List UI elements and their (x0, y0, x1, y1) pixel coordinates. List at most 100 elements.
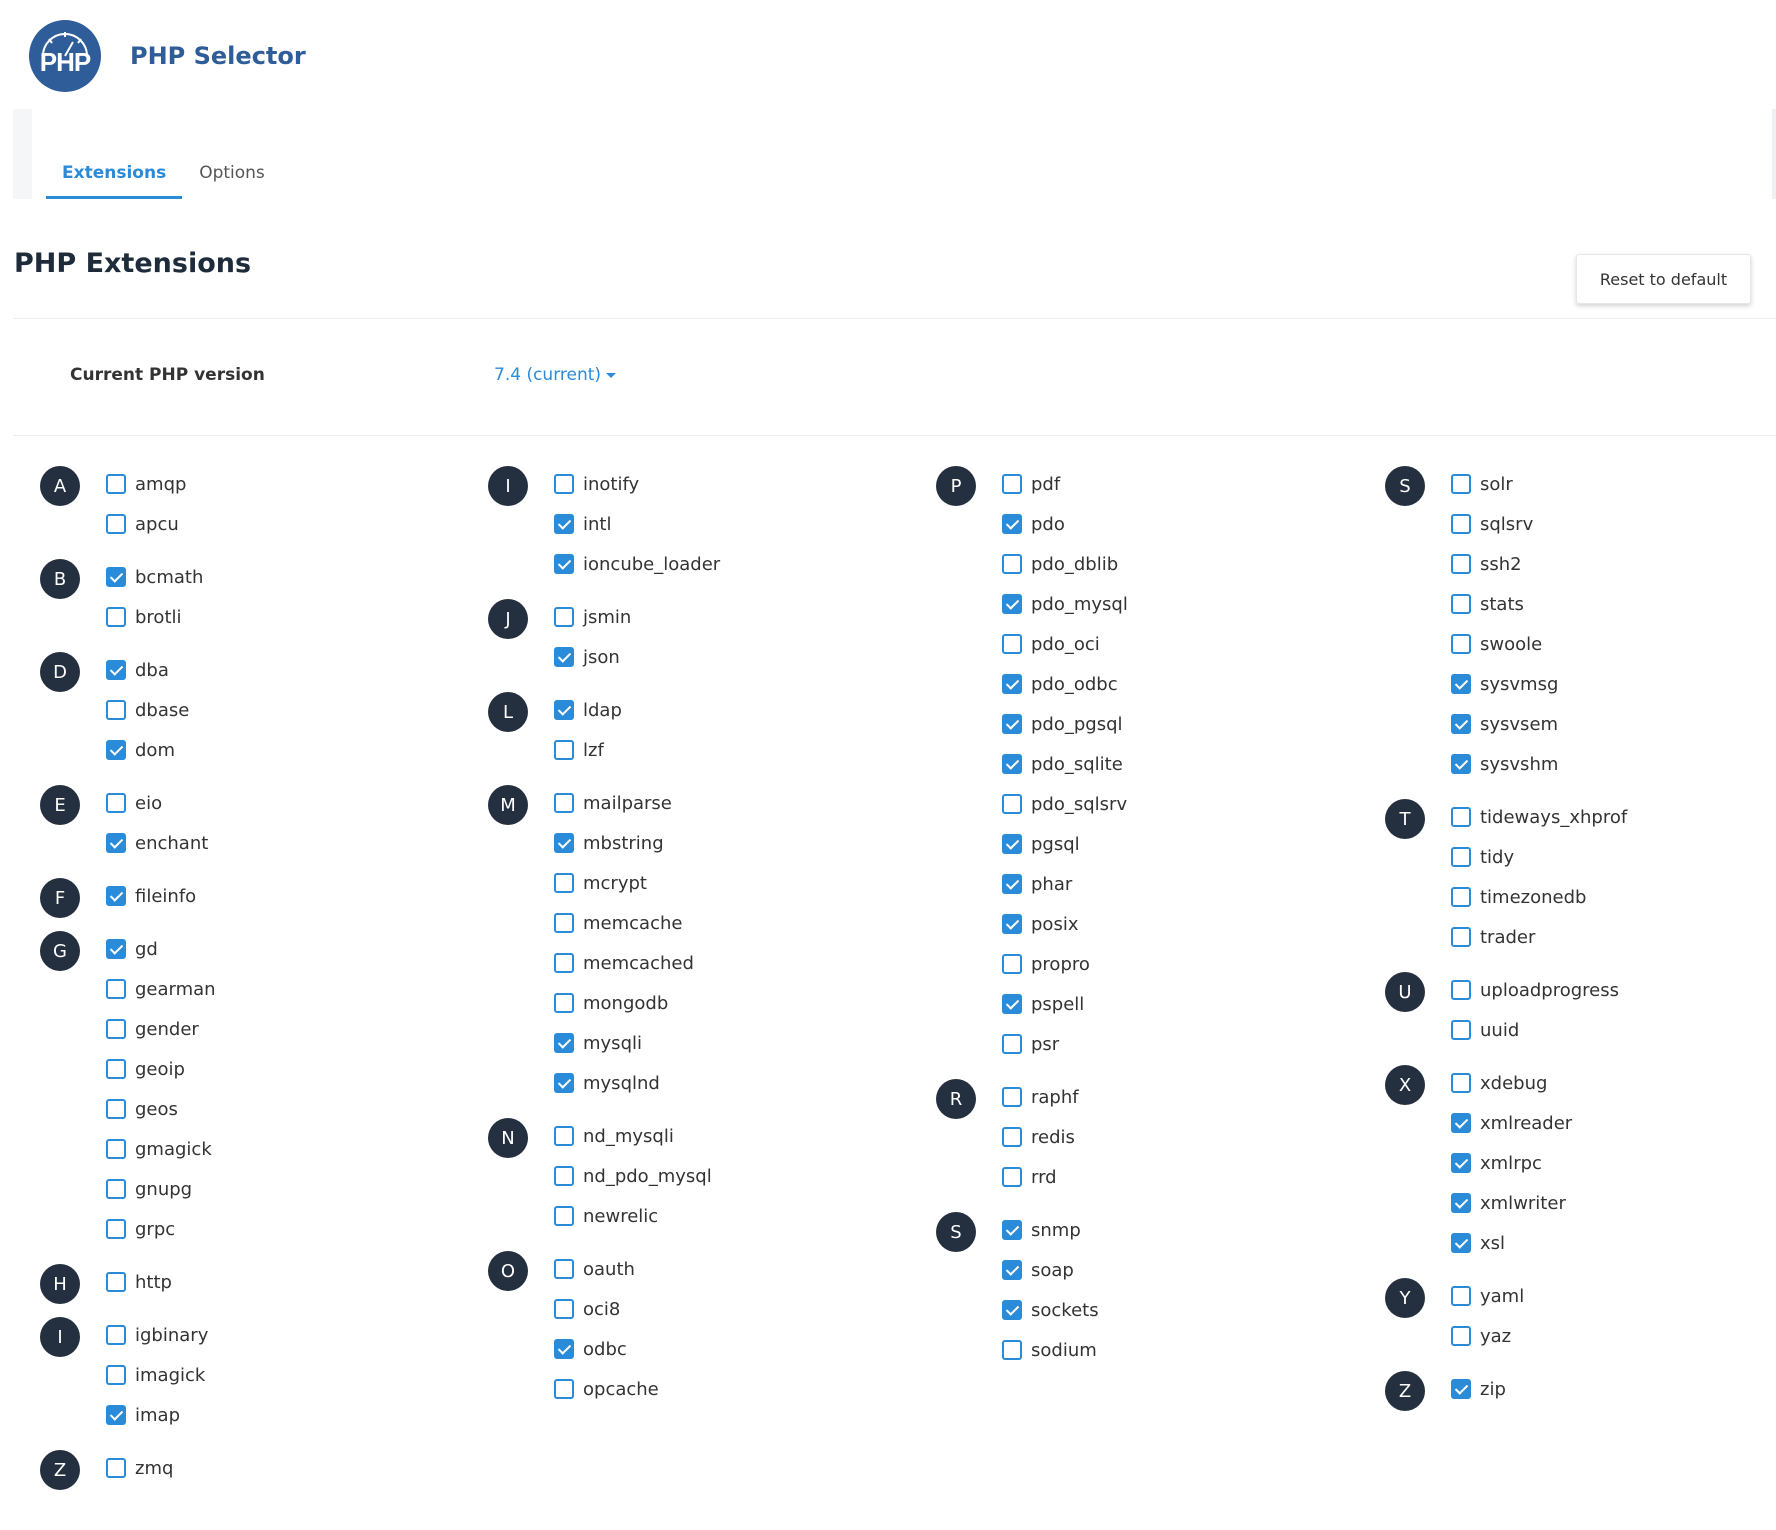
extension-item-memcache[interactable]: memcache (554, 910, 682, 936)
checkbox-unchecked[interactable] (106, 793, 126, 813)
checkbox-unchecked[interactable] (106, 1325, 126, 1345)
checkbox-checked[interactable] (1002, 714, 1022, 734)
checkbox-checked[interactable] (1002, 514, 1022, 534)
checkbox-unchecked[interactable] (554, 913, 574, 933)
checkbox-unchecked[interactable] (106, 1019, 126, 1039)
extension-item-sysvmsg[interactable]: sysvmsg (1451, 671, 1558, 697)
checkbox-unchecked[interactable] (1451, 927, 1471, 947)
extension-item-gender[interactable]: gender (106, 1016, 199, 1042)
extension-item-amqp[interactable]: amqp (106, 471, 186, 497)
extension-item-posix[interactable]: posix (1002, 911, 1078, 937)
checkbox-unchecked[interactable] (1451, 887, 1471, 907)
checkbox-unchecked[interactable] (554, 1126, 574, 1146)
checkbox-unchecked[interactable] (554, 1299, 574, 1319)
extension-item-fileinfo[interactable]: fileinfo (106, 883, 196, 909)
checkbox-unchecked[interactable] (1002, 1340, 1022, 1360)
checkbox-unchecked[interactable] (1451, 554, 1471, 574)
checkbox-unchecked[interactable] (1002, 954, 1022, 974)
checkbox-checked[interactable] (1451, 714, 1471, 734)
extension-item-uuid[interactable]: uuid (1451, 1017, 1519, 1043)
checkbox-unchecked[interactable] (554, 1379, 574, 1399)
checkbox-unchecked[interactable] (1451, 847, 1471, 867)
checkbox-unchecked[interactable] (1002, 474, 1022, 494)
reset-to-default-button[interactable]: Reset to default (1576, 254, 1751, 304)
tab-options[interactable]: Options (183, 163, 281, 199)
extension-item-sodium[interactable]: sodium (1002, 1337, 1097, 1363)
extension-item-snmp[interactable]: snmp (1002, 1217, 1081, 1243)
checkbox-checked[interactable] (1002, 914, 1022, 934)
extension-item-zmq[interactable]: zmq (106, 1455, 173, 1481)
checkbox-checked[interactable] (1451, 754, 1471, 774)
checkbox-unchecked[interactable] (106, 514, 126, 534)
extension-item-redis[interactable]: redis (1002, 1124, 1075, 1150)
extension-item-uploadprogress[interactable]: uploadprogress (1451, 977, 1619, 1003)
checkbox-checked[interactable] (1002, 594, 1022, 614)
extension-item-nd_mysqli[interactable]: nd_mysqli (554, 1123, 674, 1149)
checkbox-unchecked[interactable] (1451, 1020, 1471, 1040)
checkbox-unchecked[interactable] (1451, 634, 1471, 654)
checkbox-unchecked[interactable] (106, 979, 126, 999)
checkbox-checked[interactable] (1002, 1260, 1022, 1280)
extension-item-odbc[interactable]: odbc (554, 1336, 627, 1362)
checkbox-unchecked[interactable] (554, 993, 574, 1013)
extension-item-mcrypt[interactable]: mcrypt (554, 870, 647, 896)
extension-item-zip[interactable]: zip (1451, 1376, 1506, 1402)
checkbox-checked[interactable] (106, 939, 126, 959)
extension-item-pdo_mysql[interactable]: pdo_mysql (1002, 591, 1128, 617)
checkbox-unchecked[interactable] (1451, 1286, 1471, 1306)
extension-item-raphf[interactable]: raphf (1002, 1084, 1079, 1110)
extension-item-gnupg[interactable]: gnupg (106, 1176, 192, 1202)
checkbox-unchecked[interactable] (554, 1166, 574, 1186)
checkbox-checked[interactable] (106, 886, 126, 906)
extension-item-sqlsrv[interactable]: sqlsrv (1451, 511, 1533, 537)
extension-item-mailparse[interactable]: mailparse (554, 790, 672, 816)
checkbox-unchecked[interactable] (1451, 807, 1471, 827)
extension-item-sysvshm[interactable]: sysvshm (1451, 751, 1558, 777)
extension-item-nd_pdo_mysql[interactable]: nd_pdo_mysql (554, 1163, 712, 1189)
checkbox-unchecked[interactable] (1451, 1073, 1471, 1093)
checkbox-unchecked[interactable] (554, 1259, 574, 1279)
checkbox-checked[interactable] (554, 1339, 574, 1359)
checkbox-unchecked[interactable] (106, 1099, 126, 1119)
checkbox-checked[interactable] (106, 740, 126, 760)
checkbox-checked[interactable] (554, 514, 574, 534)
extension-item-mongodb[interactable]: mongodb (554, 990, 668, 1016)
checkbox-unchecked[interactable] (1451, 594, 1471, 614)
php-version-select[interactable]: 7.4 (current) (494, 365, 617, 385)
extension-item-psr[interactable]: psr (1002, 1031, 1059, 1057)
checkbox-checked[interactable] (1451, 1113, 1471, 1133)
extension-item-gmagick[interactable]: gmagick (106, 1136, 212, 1162)
extension-item-xdebug[interactable]: xdebug (1451, 1070, 1547, 1096)
extension-item-igbinary[interactable]: igbinary (106, 1322, 208, 1348)
checkbox-unchecked[interactable] (1451, 474, 1471, 494)
extension-item-phar[interactable]: phar (1002, 871, 1072, 897)
checkbox-unchecked[interactable] (554, 873, 574, 893)
extension-item-rrd[interactable]: rrd (1002, 1164, 1057, 1190)
checkbox-unchecked[interactable] (1002, 1127, 1022, 1147)
checkbox-checked[interactable] (106, 567, 126, 587)
extension-item-mysqli[interactable]: mysqli (554, 1030, 642, 1056)
checkbox-checked[interactable] (1451, 1153, 1471, 1173)
checkbox-unchecked[interactable] (1451, 514, 1471, 534)
extension-item-oci8[interactable]: oci8 (554, 1296, 620, 1322)
extension-item-intl[interactable]: intl (554, 511, 611, 537)
checkbox-unchecked[interactable] (1002, 1087, 1022, 1107)
checkbox-checked[interactable] (554, 1073, 574, 1093)
checkbox-checked[interactable] (106, 660, 126, 680)
checkbox-checked[interactable] (1451, 1379, 1471, 1399)
extension-item-jsmin[interactable]: jsmin (554, 604, 631, 630)
extension-item-pdo_odbc[interactable]: pdo_odbc (1002, 671, 1118, 697)
extension-item-bcmath[interactable]: bcmath (106, 564, 203, 590)
extension-item-pdo_dblib[interactable]: pdo_dblib (1002, 551, 1118, 577)
checkbox-unchecked[interactable] (106, 1059, 126, 1079)
extension-item-pdo_pgsql[interactable]: pdo_pgsql (1002, 711, 1123, 737)
checkbox-checked[interactable] (106, 1405, 126, 1425)
extension-item-imap[interactable]: imap (106, 1402, 180, 1428)
extension-item-json[interactable]: json (554, 644, 620, 670)
extension-item-ldap[interactable]: ldap (554, 697, 622, 723)
tab-extensions[interactable]: Extensions (46, 163, 183, 199)
checkbox-checked[interactable] (1451, 1233, 1471, 1253)
extension-item-pdo_sqlite[interactable]: pdo_sqlite (1002, 751, 1123, 777)
extension-item-newrelic[interactable]: newrelic (554, 1203, 658, 1229)
extension-item-gd[interactable]: gd (106, 936, 158, 962)
